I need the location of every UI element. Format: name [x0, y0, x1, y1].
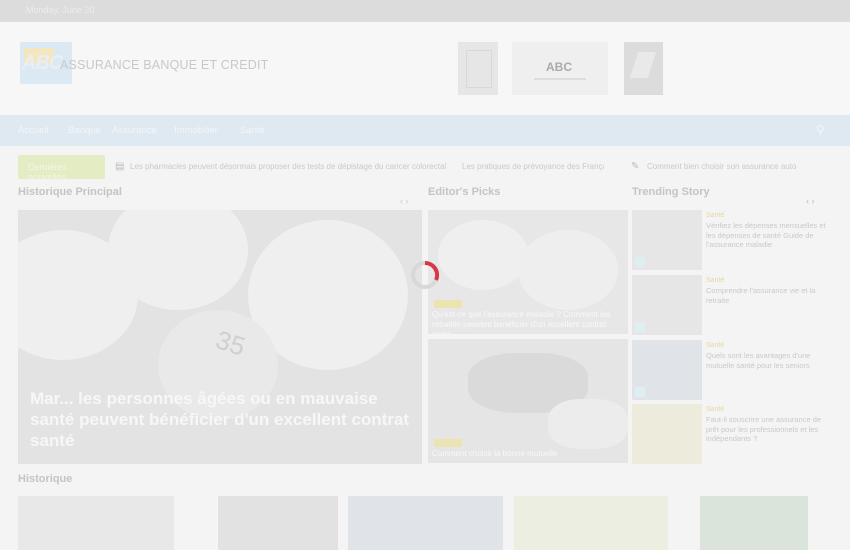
section-title-trending: Trending Story	[632, 186, 710, 198]
ad-banner-right[interactable]	[624, 42, 663, 95]
trending-title[interactable]: Vérifiez les dépenses mensuelles et les …	[706, 221, 830, 250]
site-name[interactable]: ASSURANCE BANQUE ET CREDIT	[60, 58, 268, 72]
trending-arrows-icon[interactable]: ‹ ›	[806, 196, 815, 206]
section-title-picks: Editor's Picks	[428, 186, 501, 198]
trending-thumb[interactable]	[632, 210, 702, 270]
trending-item[interactable]: Santé Comprendre l'assurance vie et la r…	[632, 275, 832, 335]
trending-category: Santé	[706, 212, 725, 219]
ticker-badge-label: Dernières nouvelles	[28, 162, 68, 182]
editor-pick-caption[interactable]: Qu'est-ce que l'assurance maladie ? Comm…	[432, 310, 624, 334]
trending-category: Santé	[706, 277, 725, 284]
editor-pick-caption[interactable]: Comment choisir la bonne mutuelle	[432, 449, 624, 458]
hero-article[interactable]: 35 Mar... les personnes âgées ou en mauv…	[18, 210, 422, 464]
trending-item[interactable]: Santé Vérifiez les dépenses mensuelles e…	[632, 210, 832, 270]
trending-title[interactable]: Faut-il souscrire une assurance de prêt …	[706, 415, 830, 444]
section-title-history: Historique	[18, 473, 73, 485]
nav-item-bank[interactable]: Banque	[68, 125, 101, 136]
leaf-icon	[629, 52, 657, 78]
history-thumb[interactable]	[700, 496, 808, 550]
ticker-item[interactable]: Les pratiques de prévoyance des Français	[462, 162, 604, 171]
trending-thumb[interactable]	[632, 340, 702, 400]
trending-category: Santé	[706, 342, 725, 349]
ad-banner-center[interactable]: ABC	[512, 42, 608, 95]
section-title-main: Historique Principal	[18, 186, 122, 198]
ad-banner-left[interactable]	[458, 42, 498, 95]
ad-label: ABC	[546, 60, 572, 74]
history-thumb[interactable]	[514, 496, 668, 550]
trending-title[interactable]: Comprendre l'assurance vie et la retrait…	[706, 286, 830, 305]
trending-title[interactable]: Quels sont les avantages d'une mutuelle …	[706, 351, 830, 370]
history-thumb[interactable]	[18, 496, 174, 550]
loading-spinner-icon	[411, 260, 440, 289]
ticker-item[interactable]: Les pharmacies peuvent désormais propose…	[130, 162, 448, 171]
editor-pick-card[interactable]: Comment choisir la bonne mutuelle	[428, 339, 628, 463]
logo-text: ABC	[22, 52, 63, 74]
top-bar: Monday, June 20	[0, 0, 850, 22]
ticker-item[interactable]: Comment bien choisir son assurance auto	[647, 162, 809, 171]
nav-item-health[interactable]: Santé	[240, 125, 265, 136]
editor-pick-category	[434, 300, 462, 308]
pen-icon: ✎	[631, 161, 640, 172]
hero-title[interactable]: Mar... les personnes âgées ou en mauvais…	[30, 388, 410, 451]
search-icon[interactable]: ⚲	[816, 123, 825, 137]
trending-item[interactable]: Santé Faut-il souscrire une assurance de…	[632, 404, 832, 464]
history-thumb[interactable]	[348, 496, 503, 550]
trending-category: Santé	[706, 406, 725, 413]
editor-pick-card[interactable]: Qu'est-ce que l'assurance maladie ? Comm…	[428, 210, 628, 334]
nav-item-realestate[interactable]: Immobilier	[174, 125, 218, 136]
slider-arrows-icon[interactable]: ‹ ›	[400, 196, 409, 206]
main-nav: Accueil Banque Assurance Immobilier Sant…	[0, 115, 850, 146]
ticker-badge: Dernières nouvelles	[18, 155, 105, 182]
nav-item-insurance[interactable]: Assurance	[112, 125, 157, 136]
editor-pick-category	[434, 439, 462, 447]
nav-item-home[interactable]: Accueil	[18, 125, 49, 136]
trending-thumb[interactable]	[632, 404, 702, 464]
history-thumb[interactable]	[218, 496, 338, 550]
news-ticker: Dernières nouvelles ▤ Les pharmacies peu…	[0, 154, 850, 182]
document-icon: ▤	[115, 161, 125, 172]
trending-item[interactable]: Santé Quels sont les avantages d'une mut…	[632, 340, 832, 400]
trending-thumb[interactable]	[632, 275, 702, 335]
top-date: Monday, June 20	[26, 5, 95, 15]
